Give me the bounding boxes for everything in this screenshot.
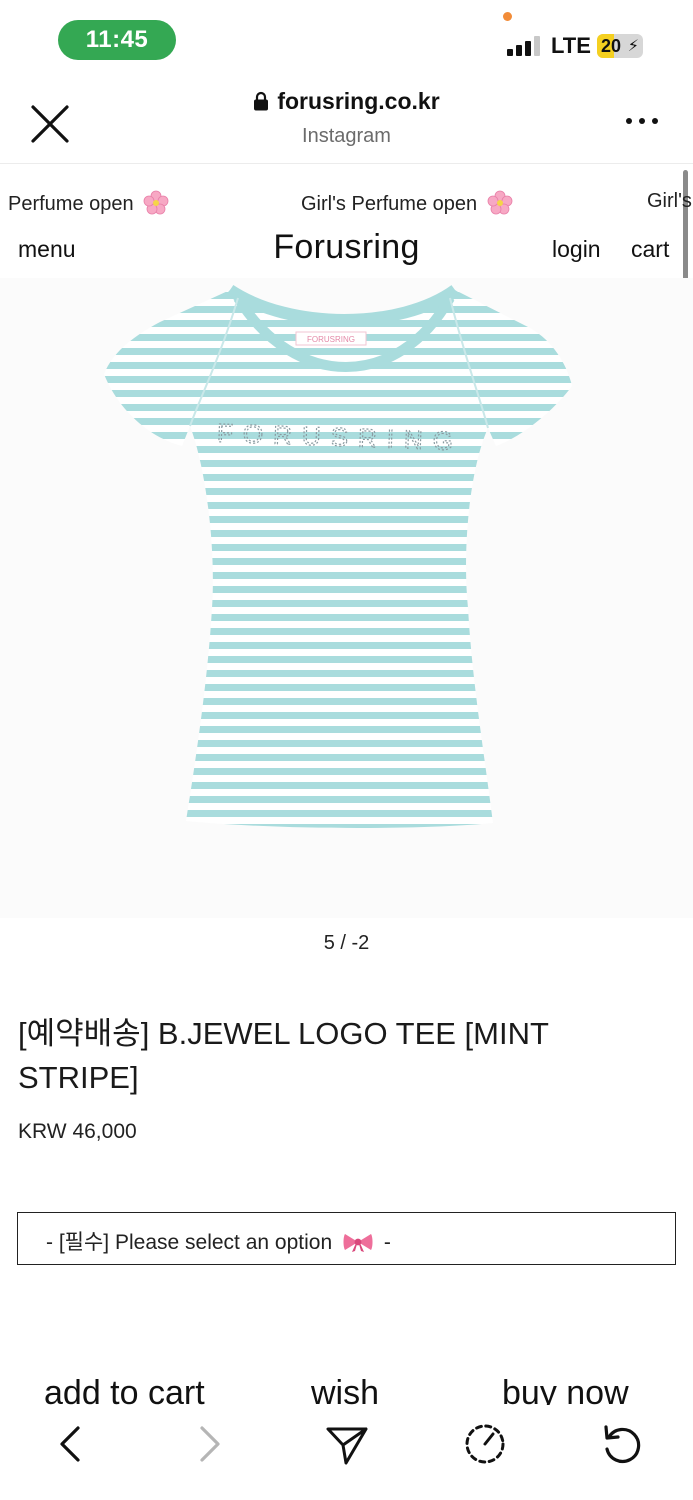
network-type: LTE bbox=[551, 33, 591, 58]
share-icon[interactable] bbox=[322, 1419, 372, 1469]
product-image[interactable]: FORUSRING FORUSRING bbox=[0, 278, 693, 918]
browser-toolbar bbox=[0, 1405, 693, 1500]
login-link[interactable]: login bbox=[552, 236, 601, 263]
announcement-marquee[interactable]: Perfume open Girl's Perfume open Girl's bbox=[0, 186, 693, 222]
status-time: 11:45 bbox=[58, 20, 176, 60]
option-placeholder: - [필수] Please select an option bbox=[46, 1231, 333, 1254]
marquee-text: Girl's bbox=[647, 190, 692, 212]
marquee-text: Perfume open bbox=[8, 193, 134, 215]
image-pager: 5 / -2 bbox=[323, 932, 370, 954]
battery-level: 20 bbox=[601, 36, 622, 56]
battery-icon: 20 ⚡ bbox=[597, 34, 643, 58]
privacy-indicator-dot bbox=[503, 12, 512, 21]
cart-link[interactable]: cart bbox=[631, 236, 669, 263]
product-price: KRW 46,000 bbox=[18, 1120, 137, 1143]
url-text: forusring.co.kr bbox=[277, 88, 440, 114]
browser-subtitle: Instagram bbox=[302, 124, 391, 147]
speed-icon[interactable] bbox=[460, 1419, 510, 1469]
option-select-text: - [필수] Please select an option - bbox=[46, 1226, 391, 1256]
marquee-item: Girl's bbox=[647, 190, 692, 213]
reload-icon[interactable] bbox=[597, 1419, 647, 1469]
browser-header: forusring.co.kr Instagram bbox=[0, 80, 693, 164]
shop-nav: menu Forusring login cart bbox=[0, 226, 693, 274]
marquee-item: Girl's Perfume open bbox=[301, 190, 513, 216]
collar-tag-text: FORUSRING bbox=[307, 335, 355, 344]
more-icon[interactable] bbox=[626, 118, 660, 128]
product-title: [예약배송] B.JEWEL LOGO TEE [MINT STRIPE] bbox=[18, 1016, 549, 1095]
back-icon[interactable] bbox=[46, 1419, 96, 1469]
signal-icon bbox=[507, 36, 543, 56]
cherry-blossom-icon bbox=[143, 190, 169, 215]
marquee-text: Girl's Perfume open bbox=[301, 193, 478, 215]
purchase-actions: add to cart wish buy now bbox=[0, 1370, 693, 1410]
forward-icon[interactable] bbox=[184, 1419, 234, 1469]
marquee-item: Perfume open bbox=[8, 190, 169, 216]
status-bar: 11:45 LTE 20 ⚡ bbox=[0, 0, 693, 80]
charging-bolt-icon: ⚡ bbox=[627, 38, 639, 55]
product-photo: FORUSRING FORUSRING bbox=[0, 278, 693, 918]
option-select[interactable]: - [필수] Please select an option - bbox=[17, 1212, 676, 1265]
address-bar[interactable]: forusring.co.kr Instagram bbox=[0, 88, 693, 148]
lock-icon bbox=[254, 91, 269, 110]
cherry-blossom-icon bbox=[487, 190, 513, 215]
ribbon-bow-icon bbox=[343, 1234, 373, 1252]
option-suffix: - bbox=[383, 1231, 391, 1254]
